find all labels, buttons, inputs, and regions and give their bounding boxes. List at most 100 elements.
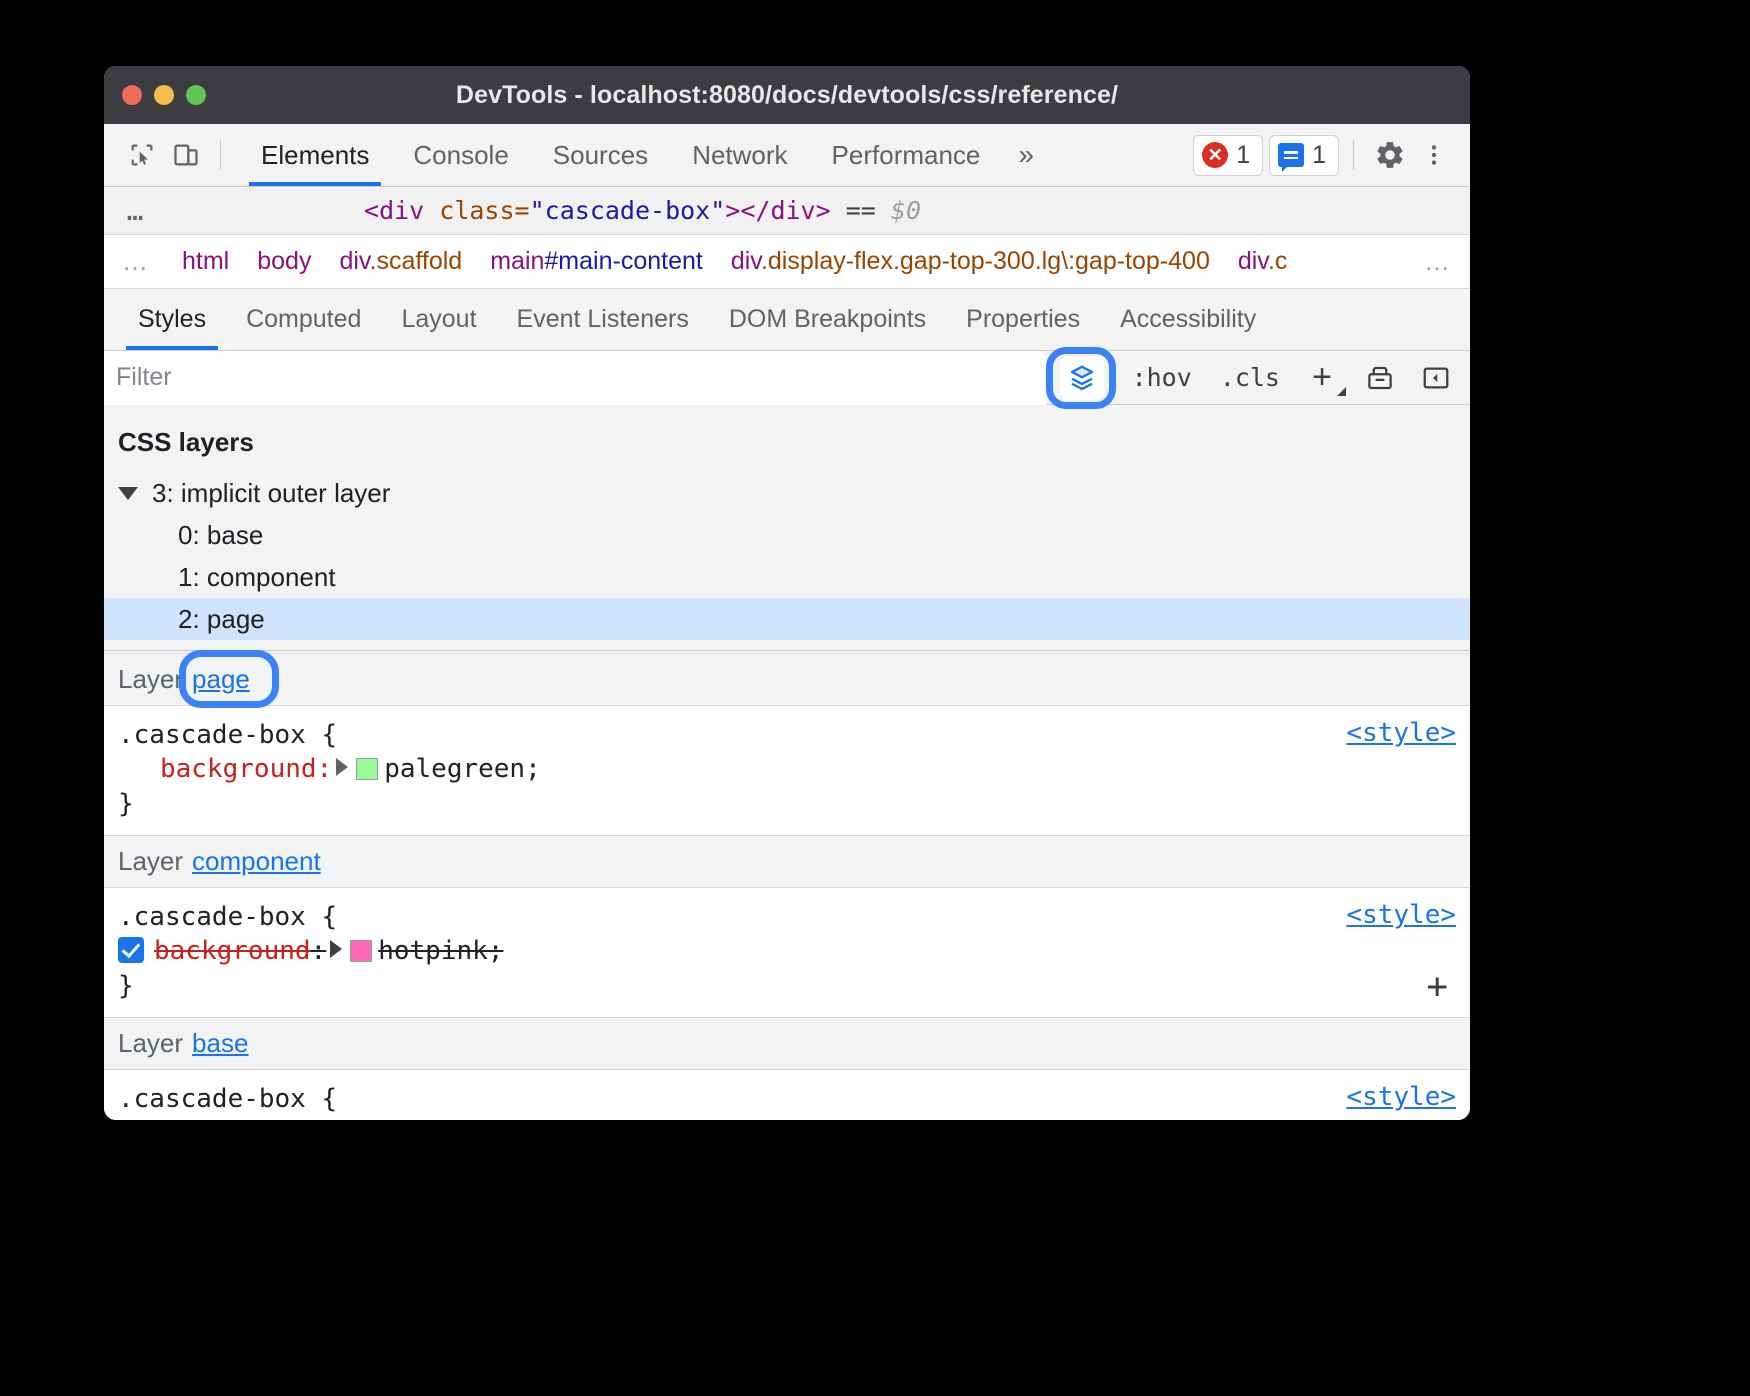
layer-tree-item-base[interactable]: 0: base xyxy=(104,514,1470,556)
css-property-name[interactable]: background xyxy=(154,936,311,966)
dom-dollar-zero: $0 xyxy=(891,196,921,225)
css-colon: : xyxy=(311,936,327,966)
style-origin-link[interactable]: <style> xyxy=(1346,718,1456,748)
css-declaration[interactable]: background: hotpink; xyxy=(104,934,1470,968)
css-rule-base: <style> .cascade-box { background: rebecc… xyxy=(104,1070,1470,1120)
expand-shorthand-icon[interactable] xyxy=(336,758,348,776)
layer-link-component[interactable]: component xyxy=(192,846,321,877)
color-swatch[interactable] xyxy=(356,758,378,780)
breadcrumb-label: body xyxy=(257,247,311,275)
breadcrumb-suffix: .display-flex.gap-top-300.lg\:gap-top-40… xyxy=(761,247,1210,275)
traffic-lights xyxy=(104,85,206,105)
styles-panel: CSS layers 3: implicit outer layer 0: ba… xyxy=(104,405,1470,1120)
layer-link-base[interactable]: base xyxy=(192,1028,248,1059)
styles-filter-bar: :hov .cls + xyxy=(104,351,1470,405)
css-layers-title: CSS layers xyxy=(104,405,1470,472)
css-property-name[interactable]: background xyxy=(160,1118,317,1120)
tab-accessibility[interactable]: Accessibility xyxy=(1100,289,1276,350)
css-colon: : xyxy=(317,1118,333,1120)
chevron-down-icon[interactable] xyxy=(118,487,138,500)
tab-dom-breakpoints[interactable]: DOM Breakpoints xyxy=(709,289,946,350)
tab-elements[interactable]: Elements xyxy=(239,124,391,186)
breadcrumb-item-html[interactable]: html xyxy=(168,247,243,276)
style-origin-link[interactable]: <style> xyxy=(1346,1082,1456,1112)
layer-link-page[interactable]: page xyxy=(192,664,250,695)
message-counter[interactable]: 1 xyxy=(1269,135,1339,176)
css-declaration[interactable]: background: rebeccapurple; xyxy=(104,1116,1470,1120)
dom-gt: > xyxy=(725,196,740,225)
kebab-menu-icon[interactable] xyxy=(1412,133,1456,177)
color-swatch[interactable] xyxy=(350,940,372,962)
breadcrumb-suffix: .c xyxy=(1268,247,1287,275)
layer-tree-item-page[interactable]: 2: page xyxy=(104,598,1470,640)
toggle-computed-sidebar-icon[interactable] xyxy=(1410,356,1462,400)
selected-dom-node[interactable]: <div class="cascade-box"></div> == $0 xyxy=(168,196,921,225)
breadcrumb-item-main-content[interactable]: main#main-content xyxy=(476,247,717,276)
inspect-cursor-icon[interactable] xyxy=(120,133,164,177)
css-closing-brace: } xyxy=(104,969,1470,1003)
device-toolbar-icon[interactable] xyxy=(164,133,208,177)
tab-event-listeners[interactable]: Event Listeners xyxy=(497,289,709,350)
tab-sources[interactable]: Sources xyxy=(531,124,670,186)
layer-tree-item-implicit-outer[interactable]: 3: implicit outer layer xyxy=(104,472,1470,514)
caret-icon xyxy=(1337,387,1346,396)
layer-header-page: Layer page xyxy=(104,654,1470,706)
error-counter[interactable]: ✕ 1 xyxy=(1193,135,1263,176)
css-rule-page: <style> .cascade-box { background:palegr… xyxy=(104,706,1470,836)
expand-shorthand-icon[interactable] xyxy=(330,940,342,958)
close-button[interactable] xyxy=(122,85,142,105)
tab-properties[interactable]: Properties xyxy=(946,289,1100,350)
breadcrumb-item-div-display-flex[interactable]: div.display-flex.gap-top-300.lg\:gap-top… xyxy=(717,247,1224,276)
css-rule-component: <style> .cascade-box { background: hotpin… xyxy=(104,888,1470,1018)
error-icon: ✕ xyxy=(1202,142,1228,168)
css-selector[interactable]: .cascade-box { xyxy=(104,900,1470,934)
toggle-pseudo-classes-button[interactable]: :hov xyxy=(1118,363,1206,392)
layer-tree-item-component[interactable]: 1: component xyxy=(104,556,1470,598)
breadcrumb-item-body[interactable]: body xyxy=(243,247,325,276)
breadcrumb-item-div-scaffold[interactable]: div.scaffold xyxy=(325,247,476,276)
css-property-value[interactable]: palegreen; xyxy=(384,754,541,784)
error-count: 1 xyxy=(1236,141,1250,170)
window-title-bar: DevTools - localhost:8080/docs/devtools/… xyxy=(104,66,1470,124)
dom-attr-name: class xyxy=(439,196,514,225)
filter-input[interactable] xyxy=(104,351,1046,405)
new-style-rule-icon[interactable] xyxy=(1354,356,1406,400)
breadcrumb-item-div-c[interactable]: div.c xyxy=(1224,247,1302,276)
gear-icon[interactable] xyxy=(1368,133,1412,177)
maximize-button[interactable] xyxy=(186,85,206,105)
tab-layout[interactable]: Layout xyxy=(381,289,496,350)
css-declaration[interactable]: background:palegreen; xyxy=(104,752,1470,786)
declaration-checkbox[interactable] xyxy=(118,937,144,963)
tab-console[interactable]: Console xyxy=(391,124,530,186)
devtools-window: DevTools - localhost:8080/docs/devtools/… xyxy=(104,66,1470,1120)
breadcrumb-label: main xyxy=(490,247,544,275)
breadcrumb-overflow-left[interactable]: … xyxy=(104,246,168,277)
breadcrumb: … html body div.scaffold main#main-conte… xyxy=(104,235,1470,289)
dom-tree-ellipsis[interactable]: … xyxy=(104,194,168,227)
style-origin-link[interactable]: <style> xyxy=(1346,900,1456,930)
tab-computed[interactable]: Computed xyxy=(226,289,381,350)
css-selector[interactable]: .cascade-box { xyxy=(104,718,1470,752)
dom-equals-sign: == xyxy=(846,196,876,225)
tab-performance[interactable]: Performance xyxy=(810,124,1003,186)
css-layers-button-wrap xyxy=(1046,351,1118,405)
panel-tabs: Elements Console Sources Network Perform… xyxy=(239,124,1002,186)
dom-attr-equals: = xyxy=(515,196,530,225)
css-layers-section: CSS layers 3: implicit outer layer 0: ba… xyxy=(104,405,1470,650)
minimize-button[interactable] xyxy=(154,85,174,105)
css-property-value[interactable]: hotpink; xyxy=(378,936,503,966)
breadcrumb-suffix: .scaffold xyxy=(370,247,463,275)
more-tabs-icon[interactable]: » xyxy=(1002,139,1050,171)
tab-styles[interactable]: Styles xyxy=(118,289,226,350)
breadcrumb-label: div xyxy=(339,247,369,275)
css-property-value[interactable]: rebeccapurple; xyxy=(384,1118,603,1120)
toggle-element-classes-button[interactable]: .cls xyxy=(1206,363,1294,392)
plus-icon: + xyxy=(1312,358,1332,397)
add-declaration-button[interactable]: + xyxy=(1426,969,1448,1005)
breadcrumb-overflow-right[interactable]: … xyxy=(1406,235,1470,288)
css-layers-icon[interactable] xyxy=(1060,356,1104,400)
tab-network[interactable]: Network xyxy=(670,124,809,186)
new-style-rule-button[interactable]: + xyxy=(1294,356,1350,400)
css-property-name[interactable]: background xyxy=(160,754,317,784)
css-selector[interactable]: .cascade-box { xyxy=(104,1082,1470,1116)
